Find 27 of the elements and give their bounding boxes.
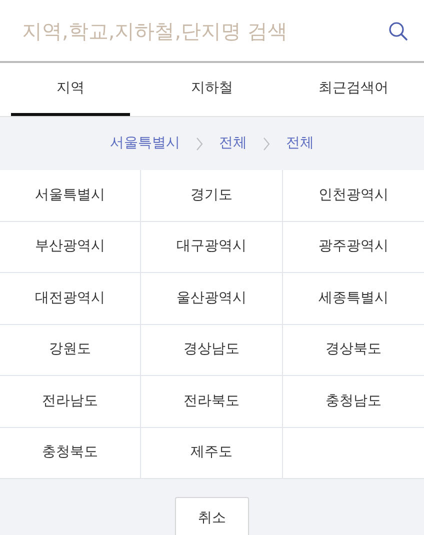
region-option[interactable]: 충청남도	[282, 376, 424, 428]
region-option[interactable]: 제주도	[141, 428, 283, 479]
region-option[interactable]: 강원도	[0, 324, 142, 376]
tab[interactable]: 최근검색어	[294, 63, 413, 116]
region-option[interactable]: 충청북도	[0, 428, 142, 479]
region-option[interactable]: 경기도	[141, 170, 283, 222]
breadcrumb-link[interactable]: 전체	[219, 133, 247, 154]
chevron-icon	[263, 136, 270, 150]
chevron-icon	[196, 136, 203, 150]
search-field[interactable]: 지역,학교,지하철,단지명 검색	[22, 16, 388, 46]
region-option[interactable]: 광주광역시	[282, 222, 424, 273]
search-icon[interactable]	[388, 20, 408, 40]
region-option[interactable]: 부산광역시	[0, 222, 142, 273]
region-option[interactable]: 세종특별시	[282, 273, 424, 324]
region-option[interactable]: 대구광역시	[141, 222, 283, 273]
region-option[interactable]: 경상남도	[141, 324, 283, 376]
tab[interactable]: 지하철	[152, 63, 272, 116]
region-option[interactable]: 서울특별시	[0, 170, 142, 222]
region-option[interactable]: 전라남도	[0, 376, 142, 428]
region-option[interactable]: 울산광역시	[141, 273, 283, 324]
region-option[interactable]: 대전광역시	[0, 273, 142, 324]
region-option[interactable]: 전라북도	[141, 376, 283, 428]
region-option[interactable]: 경상북도	[282, 324, 424, 376]
cancel-button[interactable]: 취소	[175, 497, 249, 535]
breadcrumb-link[interactable]: 서울특별시	[110, 133, 180, 154]
breadcrumb-link[interactable]: 전체	[286, 133, 314, 154]
region-option[interactable]: 인천광역시	[282, 170, 424, 222]
